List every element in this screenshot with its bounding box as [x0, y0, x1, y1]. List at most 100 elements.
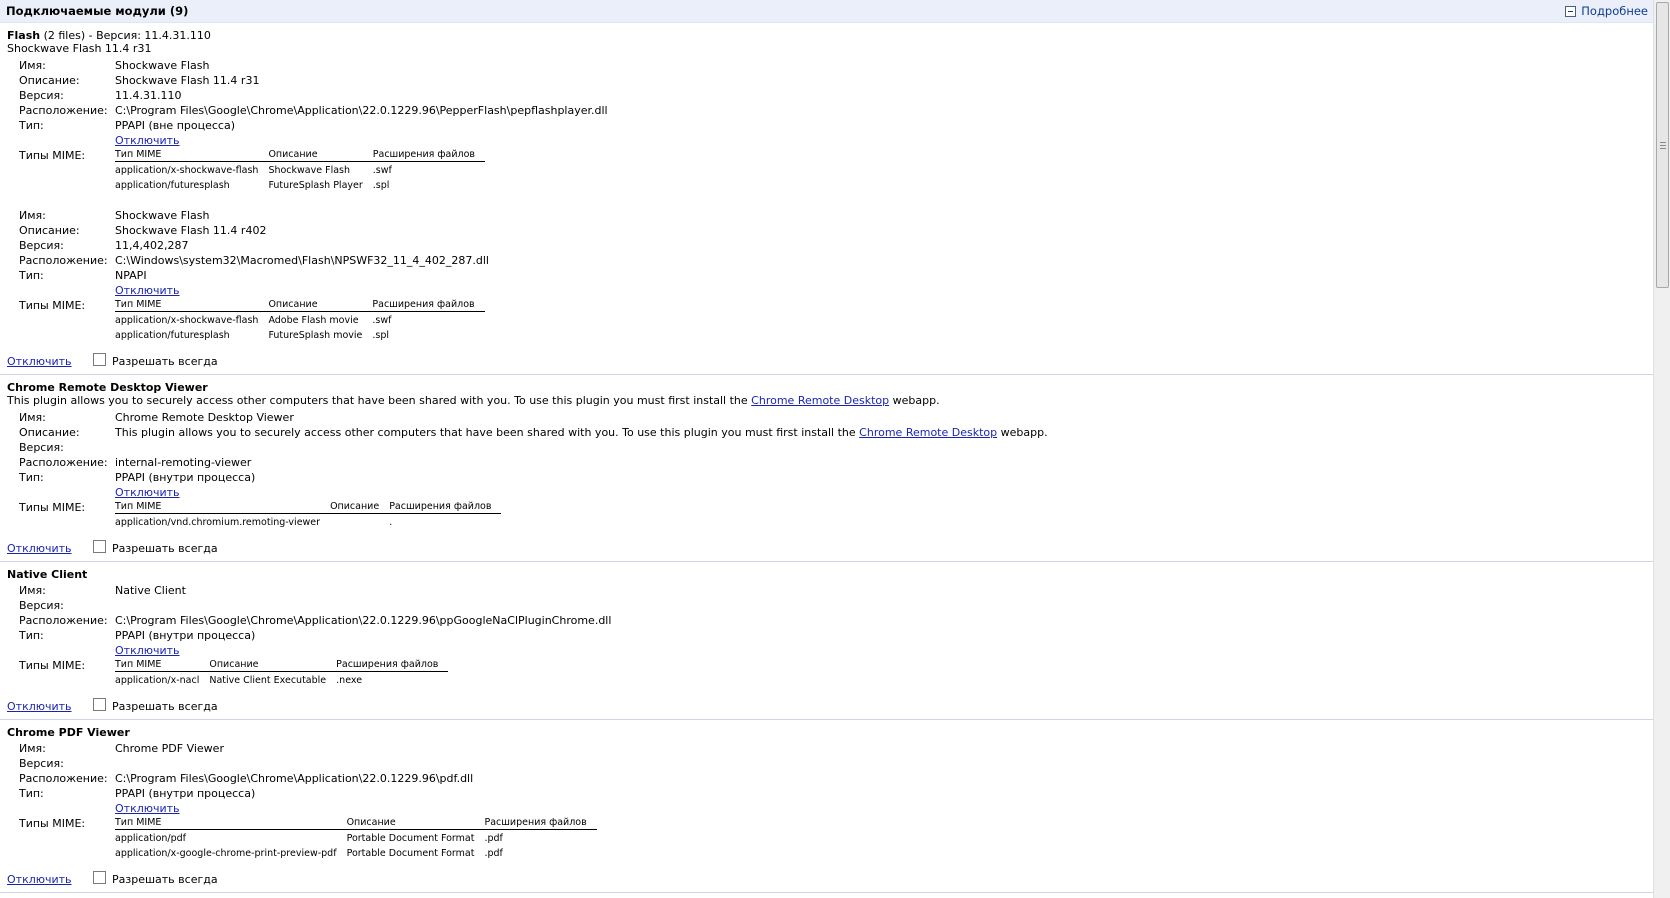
type-value: PPAPI (вне процесса) [115, 119, 235, 132]
name-value: Chrome PDF Viewer [115, 742, 224, 755]
mime-table: Тип MIME Описание Расширения файлов applic… [115, 149, 486, 192]
vertical-scrollbar[interactable] [1653, 0, 1670, 898]
plugin-file-entry: Имя: Chrome PDF Viewer Версия: Расположен… [7, 741, 1648, 860]
version-value [115, 440, 1648, 455]
plugin-name: Native Client [7, 568, 88, 581]
mime-ext-header: Расширения файлов [389, 501, 502, 514]
version-label: Версия: [19, 89, 64, 102]
mime-desc-header: Описание [268, 299, 373, 312]
location-label: Расположение: [19, 772, 108, 785]
description-value: This plugin allows you to securely acces… [115, 426, 1048, 439]
plugin-description: Shockwave Flash 11.4 r31 [7, 42, 152, 55]
plugin-actions: Отключить Разрешать всегда [7, 539, 1648, 557]
plugin-actions: Отключить Разрешать всегда [7, 352, 1648, 370]
mime-desc-header: Описание [330, 501, 390, 514]
type-value: PPAPI (внутри процесса) [115, 471, 256, 484]
mime-label: Типы MIME: [19, 501, 86, 514]
plugin-version-summary: (2 files) - Версия: 11.4.31.110 [40, 29, 211, 42]
name-value: Native Client [115, 584, 186, 597]
plugin-name: Chrome PDF Viewer [7, 726, 130, 739]
mime-desc-header: Описание [268, 149, 373, 162]
name-label: Имя: [19, 411, 46, 424]
disable-file-link[interactable]: Отключить [115, 134, 180, 147]
version-value: 11.4.31.110 [115, 89, 182, 102]
always-allow-checkbox[interactable] [93, 352, 106, 366]
plugin-file-entry: Имя: Chrome Remote Desktop Viewer Описани… [7, 410, 1648, 529]
description-value: Shockwave Flash 11.4 r402 [115, 224, 267, 237]
type-value: PPAPI (внутри процесса) [115, 629, 256, 642]
mime-row: application/vnd.chromium.remoting-viewer… [115, 517, 393, 528]
page-title: Подключаемые модули (9) [6, 4, 189, 18]
always-allow-label: Разрешать всегда [112, 873, 218, 886]
mime-type-header: Тип MIME [115, 817, 347, 830]
always-allow-checkbox[interactable] [93, 870, 106, 884]
name-label: Имя: [19, 584, 46, 597]
always-allow-label: Разрешать всегда [112, 542, 218, 555]
plugin-description: This plugin allows you to securely acces… [7, 394, 940, 407]
remote-desktop-link[interactable]: Chrome Remote Desktop [859, 426, 997, 439]
collapse-icon [1565, 5, 1577, 17]
plugin-name: Chrome Remote Desktop Viewer [7, 381, 208, 394]
remote-desktop-link[interactable]: Chrome Remote Desktop [751, 394, 889, 407]
version-label: Версия: [19, 441, 64, 454]
description-label: Описание: [19, 74, 80, 87]
disable-file-link[interactable]: Отключить [115, 644, 180, 657]
name-value: Shockwave Flash [115, 59, 210, 72]
location-value: C:\Program Files\Google\Chrome\Applicati… [115, 772, 474, 785]
plugin-file-entry: Имя: Shockwave Flash Описание: Shockwave F… [7, 208, 1648, 342]
mime-ext-header: Расширения файлов [336, 659, 449, 672]
location-label: Расположение: [19, 456, 108, 469]
mime-desc-header: Описание [209, 659, 337, 672]
mime-desc-header: Описание [346, 817, 485, 830]
name-label: Имя: [19, 209, 46, 222]
disable-plugin-link[interactable]: Отключить [7, 872, 93, 888]
plugin-file-entry: Имя: Native Client Версия: Расположение: C… [7, 583, 1648, 687]
plugin-flash: Flash (2 files) - Версия: 11.4.31.110 Sh… [0, 23, 1654, 375]
always-allow-checkbox[interactable] [93, 697, 106, 711]
mime-label: Типы MIME: [19, 659, 86, 672]
disable-plugin-link[interactable]: Отключить [7, 354, 93, 370]
disable-file-link[interactable]: Отключить [115, 486, 180, 499]
disable-plugin-link[interactable]: Отключить [7, 541, 93, 557]
disable-plugin-link[interactable]: Отключить [7, 699, 93, 715]
location-label: Расположение: [19, 104, 108, 117]
version-label: Версия: [19, 757, 64, 770]
type-label: Тип: [19, 787, 44, 800]
plugin-actions: Отключить Разрешать всегда [7, 870, 1648, 888]
always-allow-checkbox[interactable] [93, 539, 106, 553]
type-value: NPAPI [115, 269, 147, 282]
name-label: Имя: [19, 59, 46, 72]
mime-table: Тип MIME Описание Расширения файлов applic… [115, 299, 485, 342]
version-value [115, 756, 1648, 771]
mime-table: Тип MIME Описание Расширения файлов applic… [115, 817, 597, 860]
mime-row: application/x-google-chrome-print-previe… [115, 848, 503, 859]
plugin-name: Flash [7, 29, 41, 42]
disable-file-link[interactable]: Отключить [115, 802, 180, 815]
type-label: Тип: [19, 471, 44, 484]
mime-label: Типы MIME: [19, 817, 86, 830]
disable-file-link[interactable]: Отключить [115, 284, 180, 297]
mime-table: Тип MIME Описание Расширения файлов applic… [115, 501, 502, 529]
plugin-chrome-pdf-viewer: Chrome PDF Viewer Имя: Chrome PDF Viewer … [0, 720, 1654, 893]
description-label: Описание: [19, 426, 80, 439]
details-label: Подробнее [1581, 4, 1648, 18]
plugin-native-client: Native Client Имя: Native Client Версия: … [0, 562, 1654, 720]
plugin-title: Flash (2 files) - Версия: 11.4.31.110 [7, 29, 1648, 42]
plugin-actions: Отключить Разрешать всегда [7, 697, 1648, 715]
mime-ext-header: Расширения файлов [372, 149, 486, 162]
always-allow-label: Разрешать всегда [112, 355, 218, 368]
type-label: Тип: [19, 269, 44, 282]
description-value: Shockwave Flash 11.4 r31 [115, 74, 260, 87]
scrollbar-thumb[interactable] [1656, 2, 1669, 288]
mime-type-header: Тип MIME [115, 149, 269, 162]
mime-row: application/x-shockwave-flash Adobe Flash… [115, 315, 392, 326]
mime-type-header: Тип MIME [115, 299, 269, 312]
plugin-file-entry: Имя: Shockwave Flash Описание: Shockwave F… [7, 58, 1648, 192]
mime-ext-header: Расширения файлов [484, 817, 597, 830]
details-toggle[interactable]: Подробнее [1565, 4, 1648, 18]
location-value: C:\Program Files\Google\Chrome\Applicati… [115, 614, 612, 627]
location-label: Расположение: [19, 614, 108, 627]
version-value [115, 598, 1648, 613]
mime-row: application/x-nacl Native Client Executab… [115, 675, 363, 686]
mime-type-header: Тип MIME [115, 501, 331, 514]
